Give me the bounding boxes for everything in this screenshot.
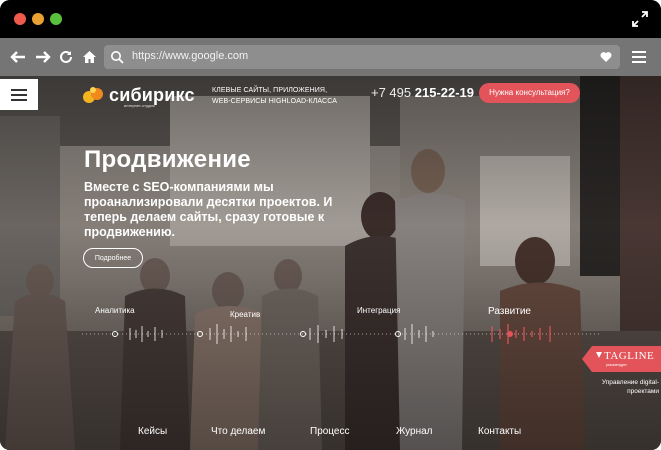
brand-subtitle: интернет-студия <box>124 103 155 108</box>
stage-analytics[interactable]: Аналитика <box>95 306 135 315</box>
nav-cases[interactable]: Кейсы <box>138 426 167 437</box>
nav-process[interactable]: Процесс <box>310 426 350 437</box>
fullscreen-icon[interactable] <box>631 10 649 28</box>
back-arrow-icon[interactable] <box>9 48 27 66</box>
logo-mark-icon <box>83 87 103 103</box>
home-icon[interactable] <box>80 48 98 66</box>
page-viewport: сибирикс интернет-студия Клевые сайты, п… <box>0 76 661 450</box>
more-button[interactable]: Подробнее <box>83 248 143 268</box>
phone-number[interactable]: +7 495 215-22-19 <box>371 85 474 100</box>
hero-description: Вместе с SEO-компаниями мы проанализиров… <box>84 180 333 239</box>
reload-icon[interactable] <box>57 48 75 66</box>
stage-development[interactable]: Развитие <box>488 306 531 317</box>
hamburger-line-icon <box>11 88 27 91</box>
site-menu-button[interactable] <box>0 79 38 110</box>
nav-services[interactable]: Что делаем <box>211 426 265 437</box>
process-timeline: Аналитика Креатив Интеграция Развитие <box>60 304 600 364</box>
browser-menu-icon[interactable] <box>631 50 647 64</box>
hamburger-line-icon <box>11 98 27 101</box>
brand-description: Клевые сайты, приложения, web-сервисы hi… <box>212 87 337 105</box>
stage-creative[interactable]: Креатив <box>230 310 260 319</box>
tagline-recommends: рекомендует <box>606 363 627 367</box>
nav-journal[interactable]: Журнал <box>396 426 433 437</box>
tagline-caption: Управление digital-проектами <box>601 379 659 395</box>
browser-window: https://www.google.com сибирикс интернет… <box>0 0 661 450</box>
phone-main: 215-22-19 <box>414 85 475 100</box>
close-window-button[interactable] <box>14 13 26 25</box>
maximize-window-button[interactable] <box>50 13 62 25</box>
forward-arrow-icon[interactable] <box>34 48 52 66</box>
url-text[interactable]: https://www.google.com <box>132 50 248 62</box>
hero-title: Продвижение <box>84 146 251 173</box>
heart-icon[interactable] <box>600 51 612 63</box>
tagline-name: TAGLINE <box>604 350 655 362</box>
hamburger-line-icon <box>11 93 27 96</box>
title-bar <box>0 0 661 38</box>
nav-contacts[interactable]: Контакты <box>478 426 521 437</box>
phone-prefix: +7 495 <box>371 85 412 100</box>
minimize-window-button[interactable] <box>32 13 44 25</box>
consultation-button[interactable]: Нужна консультация? <box>479 83 580 103</box>
stage-integration[interactable]: Интеграция <box>357 306 400 315</box>
bottom-navigation: Кейсы Что делаем Процесс Журнал Контакты <box>0 426 661 446</box>
search-icon <box>111 51 124 64</box>
